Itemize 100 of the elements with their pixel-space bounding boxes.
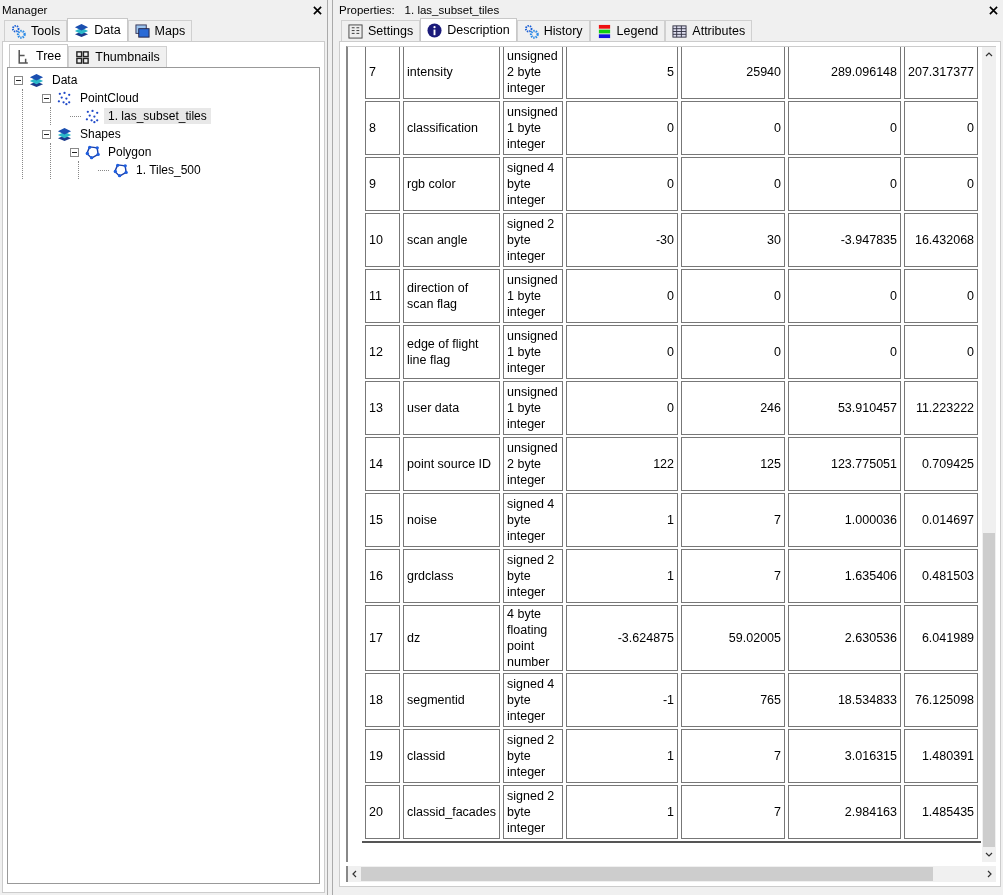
panel-title: Manager xyxy=(2,4,49,16)
table-cell: 20 xyxy=(365,785,400,839)
polygon-icon xyxy=(85,144,100,160)
table-cell: unsigned 2 byte integer xyxy=(503,47,563,99)
table-cell: noise xyxy=(403,493,500,547)
point-cloud-icon xyxy=(85,108,100,124)
gear-icon xyxy=(523,23,539,39)
tab[interactable]: Data xyxy=(67,18,128,41)
scroll-right-icon[interactable] xyxy=(987,870,992,878)
table-cell: -1 xyxy=(566,673,678,727)
table-cell: direction of scan flag xyxy=(403,269,500,323)
horizontal-scrollbar[interactable] xyxy=(346,866,996,882)
tab[interactable]: Tools xyxy=(4,20,68,41)
table-cell: 0 xyxy=(904,157,979,211)
collapse-toggle[interactable] xyxy=(70,147,81,157)
table-cell: 8 xyxy=(365,101,400,155)
table-cell: 3.016315 xyxy=(788,729,901,783)
table-cell: 7 xyxy=(681,785,785,839)
close-icon[interactable] xyxy=(989,5,998,15)
scroll-down-icon[interactable] xyxy=(985,852,993,857)
scroll-left-icon[interactable] xyxy=(352,870,357,878)
polygon-icon xyxy=(113,162,128,178)
tree-item[interactable]: Data xyxy=(48,72,82,88)
layers-icon xyxy=(29,72,44,88)
legend-icon xyxy=(596,23,612,39)
tab[interactable]: Maps xyxy=(127,20,193,41)
tab[interactable]: Legend xyxy=(589,20,666,41)
tab[interactable]: History xyxy=(516,20,590,41)
table-cell: 0 xyxy=(566,381,678,435)
table-cell: 289.096148 xyxy=(788,47,901,99)
table-cell: -30 xyxy=(566,213,678,267)
table-cell: intensity xyxy=(403,47,500,99)
table-cell: 0 xyxy=(566,325,678,379)
windows-icon xyxy=(134,23,150,39)
panel-title: Properties: xyxy=(339,4,395,16)
table-cell: 122 xyxy=(566,437,678,491)
table-cell: edge of flight line flag xyxy=(403,325,500,379)
table-cell: 0.014697 xyxy=(904,493,979,547)
table-cell: 7 xyxy=(681,493,785,547)
table-cell: 0 xyxy=(904,325,979,379)
tab[interactable]: Tree xyxy=(9,44,69,67)
table-cell: 0.709425 xyxy=(904,437,979,491)
table-cell: 765 xyxy=(681,673,785,727)
table-cell: 18.534833 xyxy=(788,673,901,727)
tab[interactable]: Thumbnails xyxy=(68,46,167,67)
gear-icon xyxy=(11,23,26,39)
table-cell: 1.635406 xyxy=(788,549,901,603)
table-cell: 76.125098 xyxy=(904,673,979,727)
collapse-toggle[interactable] xyxy=(42,129,53,139)
tree-item[interactable]: Shapes xyxy=(76,126,125,142)
table-cell: 0 xyxy=(681,157,785,211)
tree-item[interactable]: PointCloud xyxy=(76,90,143,106)
table-cell: segmentid xyxy=(403,673,500,727)
close-icon[interactable] xyxy=(313,5,322,15)
table-cell: point source ID xyxy=(403,437,500,491)
collapse-toggle[interactable] xyxy=(14,75,25,85)
table-cell: 0.481503 xyxy=(904,549,979,603)
table-cell: 17 xyxy=(365,605,400,671)
table-cell: 59.02005 xyxy=(681,605,785,671)
table-icon xyxy=(672,23,688,39)
table-cell: scan angle xyxy=(403,213,500,267)
tree-item[interactable]: Polygon xyxy=(104,144,156,160)
tab[interactable]: Settings xyxy=(341,20,421,41)
table-cell: signed 4 byte integer xyxy=(503,493,563,547)
table-cell: -3.947835 xyxy=(788,213,901,267)
point-cloud-icon xyxy=(57,90,72,106)
table-cell: 1.480391 xyxy=(904,729,979,783)
table-cell: unsigned 1 byte integer xyxy=(503,269,563,323)
table-cell: 19 xyxy=(365,729,400,783)
table-cell: 12 xyxy=(365,325,400,379)
table-cell: signed 2 byte integer xyxy=(503,549,563,603)
table-cell: 53.910457 xyxy=(788,381,901,435)
tab[interactable]: Description xyxy=(420,18,517,41)
tree-item[interactable]: 1. las_subset_tiles xyxy=(104,108,211,124)
table-cell: 1 xyxy=(566,785,678,839)
tree-item[interactable]: 1. Tiles_500 xyxy=(132,162,205,178)
settings-icon xyxy=(348,23,363,39)
table-cell: 11.223222 xyxy=(904,381,979,435)
table-cell: 14 xyxy=(365,437,400,491)
table-cell: 0 xyxy=(681,101,785,155)
table-cell: 7 xyxy=(681,549,785,603)
vertical-scrollbar[interactable] xyxy=(982,47,996,862)
table-cell: unsigned 1 byte integer xyxy=(503,101,563,155)
table-cell: 4 byte floating point number xyxy=(503,605,563,671)
collapse-toggle[interactable] xyxy=(42,93,53,103)
tab[interactable]: Attributes xyxy=(665,20,753,41)
table-cell: 7 xyxy=(365,47,400,99)
table-cell: user data xyxy=(403,381,500,435)
table-cell: 30 xyxy=(681,213,785,267)
table-cell: 207.317377 xyxy=(904,47,979,99)
table-cell: dz xyxy=(403,605,500,671)
table-cell: 5 xyxy=(566,47,678,99)
scroll-up-icon[interactable] xyxy=(985,52,993,57)
table-cell: 0 xyxy=(681,269,785,323)
table-cell: signed 2 byte integer xyxy=(503,729,563,783)
table-cell: 6.041989 xyxy=(904,605,979,671)
table-cell: classid_facades xyxy=(403,785,500,839)
table-cell: 0 xyxy=(788,325,901,379)
table-cell: 9 xyxy=(365,157,400,211)
table-cell: unsigned 1 byte integer xyxy=(503,325,563,379)
